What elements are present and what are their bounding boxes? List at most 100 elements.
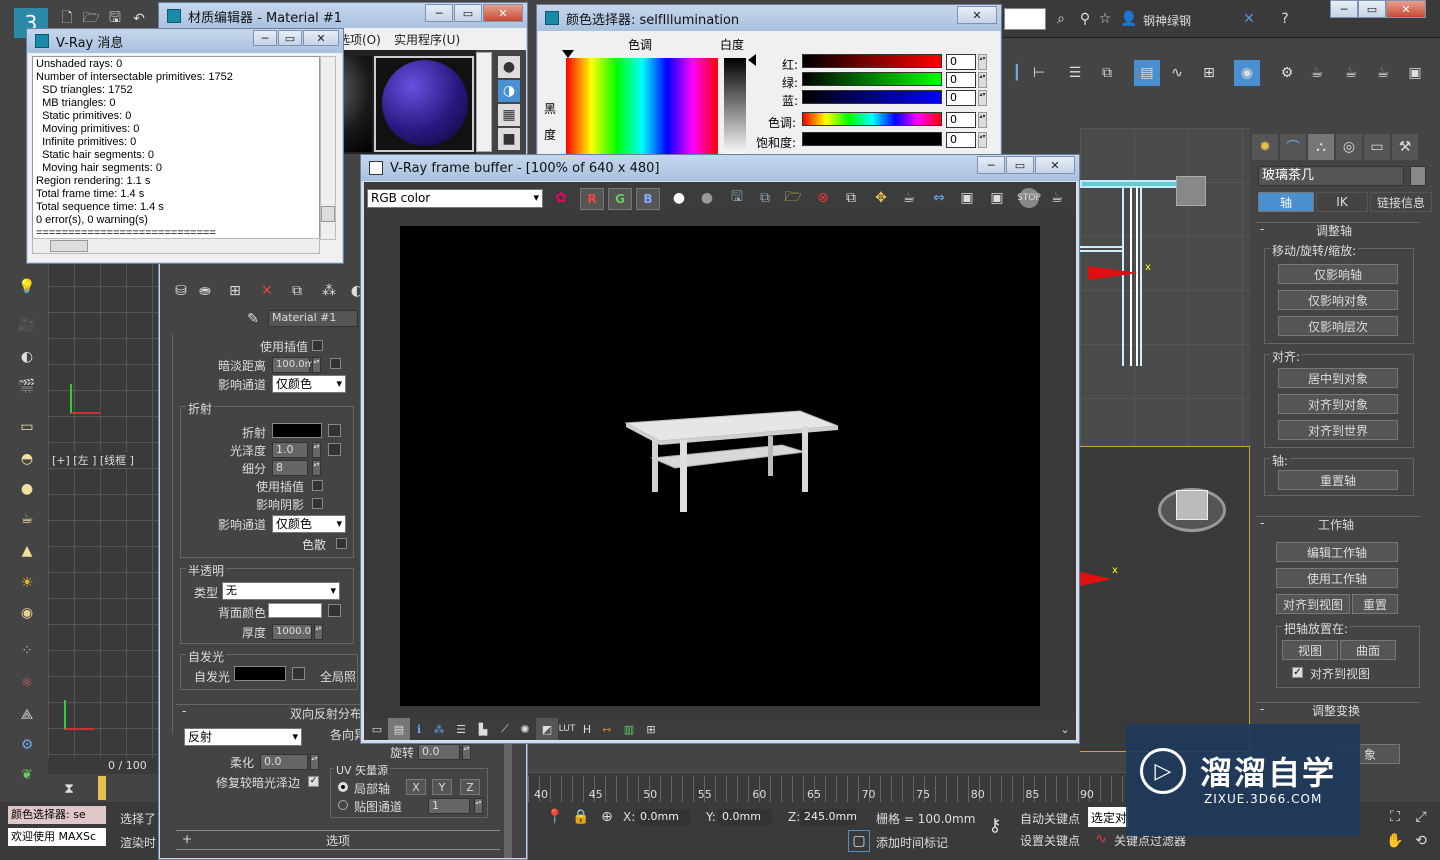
hue-spectrum[interactable]	[566, 58, 718, 156]
make-unique-icon[interactable]: ⧉	[286, 280, 308, 302]
glossiness-spinner[interactable]: ▴▾	[312, 442, 321, 458]
blue-slider[interactable]	[802, 90, 942, 104]
dim-dist-field[interactable]: 100.0m	[272, 357, 314, 373]
red-slider[interactable]	[802, 54, 942, 68]
eyedropper-icon[interactable]: ✎	[242, 308, 264, 330]
vfb-info-icon[interactable]: ℹ	[408, 718, 430, 740]
mat-restore-button[interactable]: ▭	[454, 4, 482, 22]
blue-field[interactable]: 0	[946, 90, 976, 106]
uv-tiling-icon[interactable]: ■	[498, 128, 520, 150]
map-channel-field[interactable]: 1	[428, 798, 470, 814]
pin-icon[interactable]: 📍	[544, 806, 566, 828]
camera-icon[interactable]: 🎥	[16, 314, 38, 336]
time-tag-icon[interactable]: ▢	[848, 830, 870, 852]
subdivs-spinner[interactable]: ▴▾	[312, 460, 321, 476]
sample-type-icon[interactable]: ●	[498, 56, 520, 78]
whiteness-pointer[interactable]	[748, 54, 756, 66]
create-tab-icon[interactable]: ✹	[1252, 134, 1278, 160]
mat-scroll-right[interactable]	[476, 52, 492, 152]
local-axis-radio[interactable]	[338, 782, 348, 792]
selfillum-color-swatch[interactable]	[234, 666, 286, 681]
vfb-levels-icon[interactable]: ⁂	[428, 718, 450, 740]
affect-shadows-checkbox[interactable]	[312, 498, 323, 509]
dim-dist-checkbox[interactable]	[330, 358, 341, 369]
assign-material-icon[interactable]: ⊞	[224, 280, 246, 302]
save-all-icon[interactable]: ⧉	[754, 187, 776, 209]
whiteness-bar[interactable]	[724, 58, 746, 156]
red-spinner[interactable]: ▴▾	[978, 54, 987, 70]
max-viewport-icon[interactable]: ⤢	[1410, 806, 1432, 828]
help-icon[interactable]: ?	[1274, 8, 1296, 30]
use-interp-checkbox[interactable]	[312, 340, 323, 351]
duplicate-icon[interactable]: ⧉	[840, 187, 862, 209]
layer-icon[interactable]: ☰	[1064, 62, 1086, 84]
close-x-icon[interactable]: ✕	[1238, 8, 1260, 30]
track-mouse-icon[interactable]: ✥	[870, 187, 892, 209]
center-to-object-button[interactable]: 居中到对象	[1278, 368, 1398, 388]
edit-working-pivot-button[interactable]: 编辑工作轴	[1276, 542, 1398, 562]
soften-spinner[interactable]: ▴▾	[310, 754, 319, 770]
particles-icon[interactable]: ⁘	[16, 640, 38, 662]
green-spinner[interactable]: ▴▾	[978, 72, 987, 88]
compare-icon[interactable]: ⇔	[928, 187, 950, 209]
render-frame-icon[interactable]: ☕	[1306, 62, 1328, 84]
back-color-map-button[interactable]	[328, 604, 341, 617]
save-file-icon[interactable]: 🖫	[104, 8, 126, 30]
affect-channel-select[interactable]: 仅颜色	[272, 375, 346, 393]
tab-ik[interactable]: IK	[1316, 192, 1368, 212]
refraction-map-button[interactable]	[328, 424, 341, 437]
cone-icon[interactable]: ▲	[16, 540, 38, 562]
vfb-srgb-icon[interactable]: ◩	[536, 718, 558, 740]
green-slider[interactable]	[802, 72, 942, 86]
gear-blue-icon[interactable]: ⚙	[16, 734, 38, 756]
zoom-extents-icon[interactable]: ⛶	[1384, 806, 1406, 828]
layer-manager-icon[interactable]: ⧉	[1096, 62, 1118, 84]
vfb-exposure-icon[interactable]: ✺	[514, 718, 536, 740]
key-icon[interactable]: ⚷	[984, 814, 1006, 836]
timeline-icon[interactable]: ⧗	[58, 778, 80, 800]
place-pivot-view-button[interactable]: 视图	[1282, 640, 1338, 660]
vfb-minimize-button[interactable]: ─	[977, 156, 1005, 174]
mono-icon[interactable]: ●	[696, 187, 718, 209]
sphere-half-icon[interactable]: ◐	[16, 346, 38, 368]
sphere-icon[interactable]: ●	[16, 478, 38, 500]
region-last-icon[interactable]: ▣	[986, 187, 1008, 209]
vray-log-hscroll-thumb[interactable]	[50, 240, 88, 252]
saturation-spinner[interactable]: ▴▾	[978, 132, 987, 148]
new-file-icon[interactable]: 🗋	[56, 8, 78, 30]
teapot-icon[interactable]: ☕	[16, 508, 38, 530]
utilities-tab-icon[interactable]: ⚒	[1392, 134, 1418, 160]
load-image-icon[interactable]: 🗁	[782, 187, 804, 209]
time-slider[interactable]	[98, 776, 106, 800]
thickness-spinner[interactable]: ▴▾	[314, 624, 323, 640]
rotation-field[interactable]: 0.0	[418, 744, 460, 760]
viewport-label-left[interactable]: [+] [左 ] [线框 ]	[52, 452, 134, 468]
dim-dist-spinner[interactable]: ▴▾	[312, 357, 321, 373]
green-field[interactable]: 0	[946, 72, 976, 88]
auto-key-button[interactable]: 自动关键点	[1020, 810, 1080, 827]
blue-spinner[interactable]: ▴▾	[978, 90, 987, 106]
alpha-white-icon[interactable]: ●	[668, 187, 690, 209]
undo-icon[interactable]: ↶	[128, 8, 150, 30]
vfb-stamp-icon[interactable]: ⊞	[640, 718, 662, 740]
pan-icon[interactable]: ✋	[1384, 830, 1406, 852]
map-channel-radio[interactable]	[338, 800, 348, 810]
hue-field[interactable]: 0	[946, 112, 976, 128]
search-field[interactable]	[1004, 8, 1046, 30]
affect-object-only-button[interactable]: 仅影响对象	[1278, 290, 1398, 310]
quick-render-icon[interactable]: ☕	[1372, 62, 1394, 84]
viewcube-persp-box[interactable]	[1176, 490, 1208, 520]
soften-field[interactable]: 0.0	[260, 754, 308, 770]
curve-editor-icon[interactable]: ∿	[1166, 62, 1188, 84]
object-name-field[interactable]: 玻璃茶几	[1258, 166, 1404, 186]
axis-y-button[interactable]: Y	[432, 779, 452, 795]
molecule-icon[interactable]: ⚛	[16, 672, 38, 694]
star-icon[interactable]: ☆	[1094, 8, 1116, 30]
dispersion-checkbox[interactable]	[336, 538, 347, 549]
use-working-pivot-button[interactable]: 使用工作轴	[1276, 568, 1398, 588]
msg-close-button[interactable]: ✕	[303, 30, 339, 46]
vfb-compare-icon[interactable]: ⇿	[596, 718, 618, 740]
app-close-button[interactable]: ✕	[1386, 0, 1426, 18]
disc-icon[interactable]: ◉	[16, 602, 38, 624]
vfb-restore-button[interactable]: ▭	[1006, 156, 1034, 174]
